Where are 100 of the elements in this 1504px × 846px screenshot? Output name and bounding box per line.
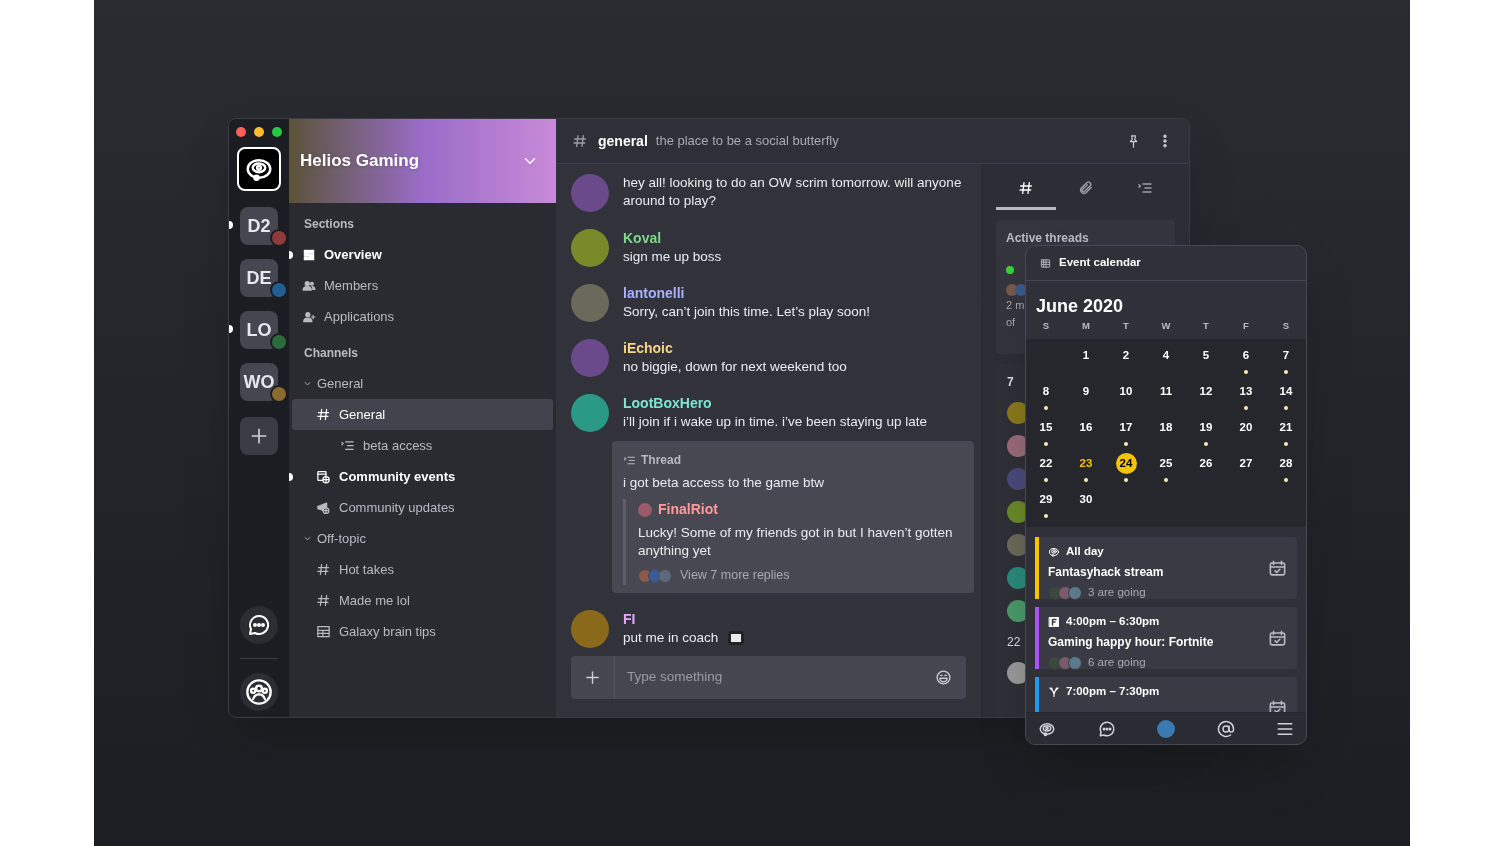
server-name[interactable]: Helios Gaming	[300, 148, 420, 174]
weekday-label: T	[1203, 319, 1209, 333]
plus-icon	[584, 669, 601, 686]
calendar-day[interactable]: 19	[1195, 417, 1217, 438]
username[interactable]: iEchoic	[623, 339, 966, 358]
calendar-day[interactable]: 9	[1075, 381, 1097, 402]
weekday-label: T	[1123, 319, 1129, 333]
calendar-check-icon[interactable]	[1268, 559, 1287, 578]
profile-avatar[interactable]	[1157, 719, 1175, 738]
user-avatar	[638, 502, 652, 517]
server-icon[interactable]: WO	[240, 363, 278, 401]
message-text: Lucky! Some of my friends got in but I haven’t gotten anything yet	[638, 524, 954, 561]
attendee-count: 3 are going	[1088, 585, 1146, 601]
category-toggle[interactable]: General	[292, 368, 553, 399]
avatar-stack	[1048, 585, 1082, 600]
calendar-check-icon[interactable]	[1268, 629, 1287, 648]
server-icon[interactable]: DE	[240, 259, 278, 297]
calendar-day[interactable]: 5	[1195, 345, 1217, 366]
calendar-day[interactable]: 24	[1115, 453, 1137, 474]
thread-preview: of	[1006, 315, 1016, 330]
calendar-day[interactable]: 27	[1235, 453, 1257, 474]
calendar-day[interactable]: 17	[1115, 417, 1137, 438]
calendar-day[interactable]: 26	[1195, 453, 1217, 474]
message-text: Sorry, can’t join this time. Let’s play soon!	[623, 303, 872, 321]
username[interactable]: Koval	[623, 229, 966, 248]
event-card[interactable]: All day Fantasyhack stream 3 are going	[1035, 537, 1297, 599]
plus-icon	[249, 426, 269, 446]
channel-item[interactable]: beta access	[292, 430, 553, 461]
community-button[interactable]	[240, 673, 278, 711]
calendar-day[interactable]: 11	[1155, 381, 1177, 402]
calendar-day[interactable]: 10	[1115, 381, 1137, 402]
channel-item[interactable]: Made me lol	[292, 585, 553, 616]
calendar-day[interactable]: 30	[1075, 489, 1097, 510]
channel-item[interactable]: General	[292, 399, 553, 430]
server-icon[interactable]: D2	[240, 207, 278, 245]
chat-icon[interactable]	[1097, 719, 1116, 738]
galaxy-icon	[1048, 545, 1060, 558]
channel-item[interactable]: Galaxy brain tips	[292, 616, 553, 647]
calendar-day[interactable]: 12	[1195, 381, 1217, 402]
calendar-day[interactable]: 8	[1035, 381, 1057, 402]
weekday-label: F	[1243, 319, 1249, 333]
calendar-day[interactable]: 20	[1235, 417, 1257, 438]
weekday-label: W	[1161, 319, 1171, 333]
calendar-day[interactable]: 25	[1155, 453, 1177, 474]
emoji-icon[interactable]	[935, 669, 952, 686]
server-icon[interactable]: LO	[240, 311, 278, 349]
calendar-day[interactable]: 1	[1075, 345, 1097, 366]
calendar-day[interactable]: 22	[1035, 453, 1057, 474]
message-input[interactable]: Type something	[615, 667, 935, 688]
calendar-day[interactable]: 2	[1115, 345, 1137, 366]
calendar-day[interactable]: 15	[1035, 417, 1057, 438]
calendar-day[interactable]: 28	[1275, 453, 1297, 474]
thread-label: Thread	[641, 452, 681, 469]
add-server-button[interactable]	[240, 417, 278, 455]
popup-title: Event calendar	[1059, 255, 1141, 271]
user-avatar	[571, 284, 609, 322]
hash-icon	[316, 562, 331, 577]
weekday-label: S	[1282, 319, 1290, 333]
messages-button[interactable]	[240, 606, 278, 644]
calendar-day[interactable]: 29	[1035, 489, 1057, 510]
section-heading: Channels	[303, 345, 359, 362]
mention-icon[interactable]	[1216, 719, 1235, 738]
user-avatar	[571, 610, 609, 648]
category-toggle[interactable]: Off-topic	[292, 523, 553, 554]
calendar-day[interactable]: 6	[1235, 345, 1257, 366]
calendar-day[interactable]: 16	[1075, 417, 1097, 438]
section-item[interactable]: Members	[292, 270, 553, 301]
channel-name: general	[598, 131, 648, 151]
unread-indicator	[289, 473, 293, 481]
user-avatar	[571, 174, 609, 212]
calendar-day[interactable]: 4	[1155, 345, 1177, 366]
weekday-label: M	[1082, 319, 1090, 333]
channel-item[interactable]: Hot takes	[292, 554, 553, 585]
calendar-day[interactable]: 14	[1275, 381, 1297, 402]
section-item[interactable]: Overview	[292, 239, 553, 270]
add-person-icon	[302, 309, 316, 324]
calendar-day[interactable]: 23	[1075, 453, 1097, 474]
letter-icon	[1048, 615, 1060, 628]
calendar-day[interactable]: 21	[1275, 417, 1297, 438]
app-logo[interactable]	[237, 147, 281, 191]
thread-title: i got beta access to the game btw	[623, 474, 826, 492]
username[interactable]: LootBoxHero	[623, 394, 966, 413]
event-card[interactable]: 7:00pm – 7:30pm	[1035, 677, 1297, 712]
event-card[interactable]: 4:00pm – 6:30pm Gaming happy hour: Fortnite 6 are going	[1035, 607, 1297, 669]
hash-icon	[572, 133, 588, 149]
paperclip-icon	[1077, 179, 1094, 196]
username[interactable]: lantonelli	[623, 284, 966, 303]
calendar-day[interactable]: 18	[1155, 417, 1177, 438]
message-text: sign me up boss	[623, 248, 723, 266]
offline-count: 22	[1007, 634, 1021, 651]
view-replies-link[interactable]: View 7 more replies	[680, 566, 790, 585]
unread-indicator	[289, 251, 293, 259]
channel-item[interactable]: Community events	[292, 461, 553, 492]
username[interactable]: FI	[623, 610, 966, 629]
calendar-day[interactable]: 7	[1275, 345, 1297, 366]
section-item[interactable]: Applications	[292, 301, 553, 332]
channel-item[interactable]: Community updates	[292, 492, 553, 523]
message-composer[interactable]: Type something	[571, 656, 966, 699]
calendar-day[interactable]: 13	[1235, 381, 1257, 402]
username[interactable]: FinalRiot	[658, 499, 718, 521]
